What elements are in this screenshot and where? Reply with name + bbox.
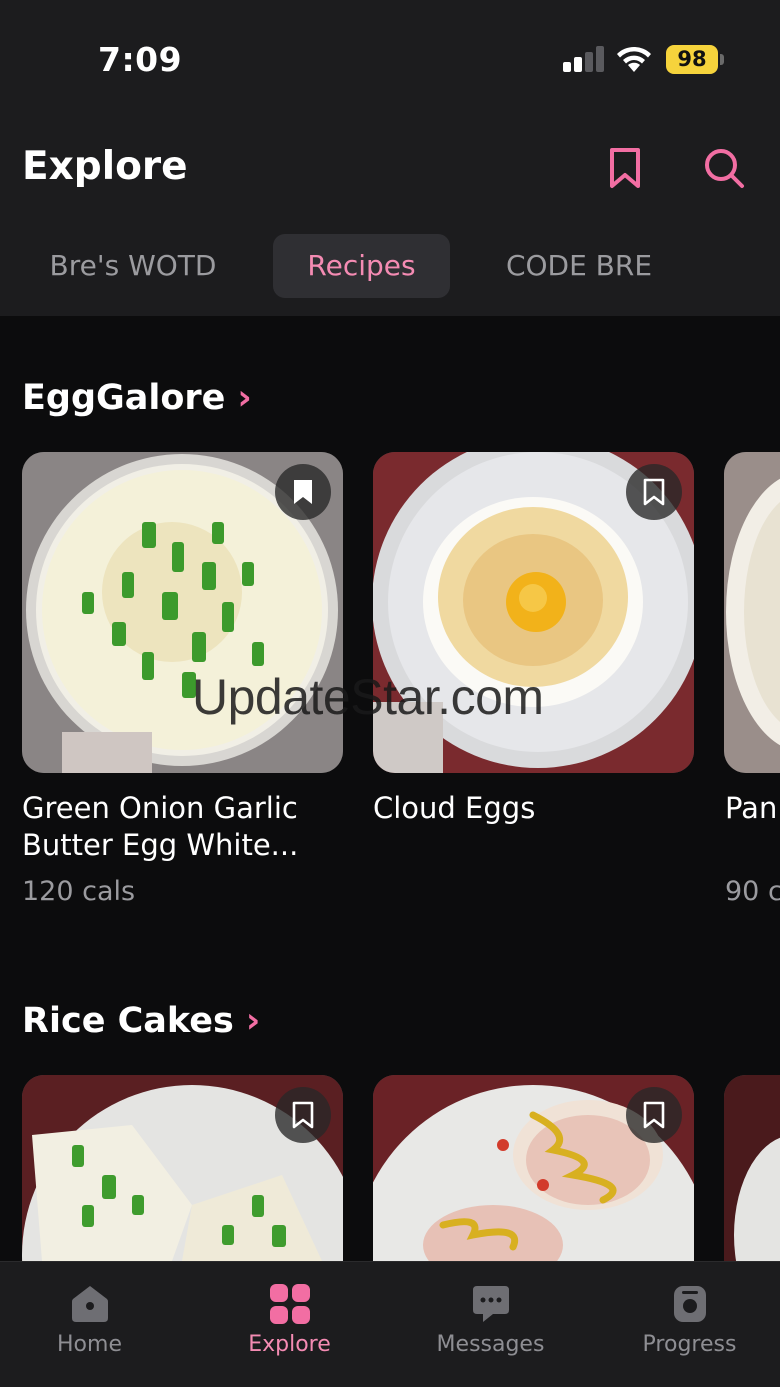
bookmark-button[interactable] [275,1087,331,1143]
bookmark-outline-icon [643,478,665,506]
nav-messages[interactable]: Messages [393,1262,588,1387]
recipe-card-image[interactable] [724,1075,780,1261]
nav-home[interactable]: Home [0,1262,187,1387]
tab-bar: Bre's WOTD Recipes CODE BRE [0,234,780,300]
messages-icon [473,1286,509,1322]
bookmark-outline-icon[interactable] [603,146,647,190]
battery-indicator: 98 [666,45,718,74]
header: 7:09 98 Explore Bre's WOTD Recipes CODE … [0,0,780,316]
recipe-photo-partial [724,452,780,773]
recipe-name[interactable]: Green Onion Garlic Butter Egg White... [22,790,342,864]
nav-label: Home [57,1332,122,1357]
nav-progress[interactable]: Progress [592,1262,780,1387]
home-icon [72,1286,108,1322]
tab-code-bre[interactable]: CODE BRE [486,234,672,298]
bottom-nav: Home Explore Messages Progress [0,1261,780,1387]
search-icon[interactable] [702,146,746,190]
recipe-calories: 120 cals [22,876,136,907]
chevron-right-icon: › [237,378,252,418]
recipe-name[interactable]: Pan Wh [725,790,780,827]
bookmark-outline-icon [643,1101,665,1129]
nav-label: Messages [436,1332,545,1357]
page-title: Explore [22,144,188,189]
recipe-card-image[interactable] [373,1075,694,1261]
battery-tip [720,54,724,65]
progress-icon [674,1286,706,1322]
bookmark-button[interactable] [275,464,331,520]
recipe-photo-partial [724,1075,780,1261]
tab-recipes[interactable]: Recipes [273,234,450,298]
nav-label: Explore [248,1332,331,1357]
nav-explore[interactable]: Explore [192,1262,387,1387]
status-bar: 7:09 98 [0,0,780,110]
recipe-card-image[interactable] [22,1075,343,1261]
bookmark-filled-icon [294,480,312,504]
bookmark-button[interactable] [626,1087,682,1143]
explore-grid-icon [270,1284,310,1324]
wifi-icon [617,46,651,72]
section-title-egggalore[interactable]: EggGalore › [22,378,252,418]
recipe-calories: 90 c [725,876,780,907]
recipe-name[interactable]: Cloud Eggs [373,790,693,827]
bookmark-outline-icon [292,1101,314,1129]
recipe-card-image[interactable] [724,452,780,773]
watermark: UpdateStar.com [192,669,544,725]
chevron-right-icon: › [245,1001,261,1041]
cellular-signal-icon [563,46,605,72]
tab-bres-wotd[interactable]: Bre's WOTD [30,234,236,298]
nav-label: Progress [642,1332,737,1357]
bookmark-button[interactable] [626,464,682,520]
section-title-rice-cakes[interactable]: Rice Cakes › [22,1001,260,1041]
status-time: 7:09 [98,40,183,79]
